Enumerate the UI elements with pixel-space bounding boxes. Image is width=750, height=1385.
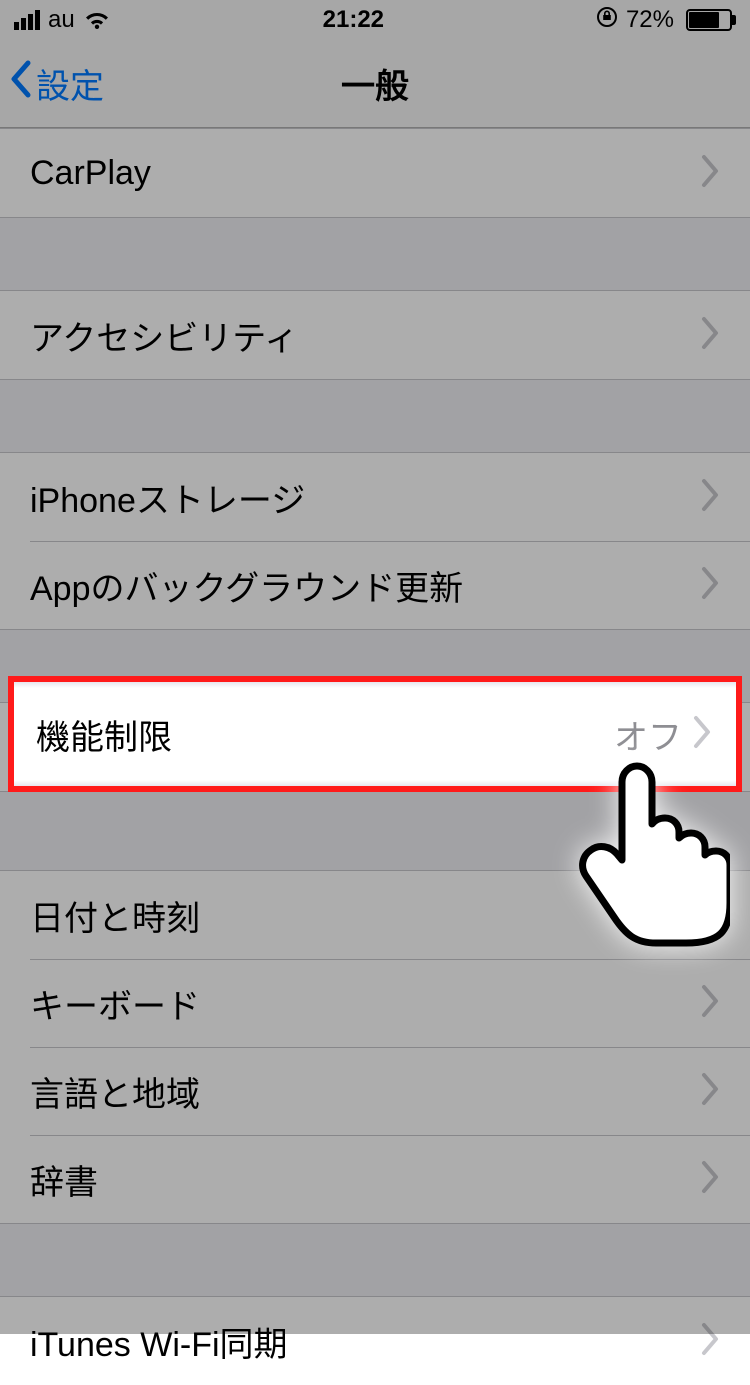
chevron-right-icon	[700, 316, 720, 355]
chevron-right-icon	[700, 984, 720, 1023]
wifi-icon	[83, 9, 111, 31]
row-label: 機能制限	[36, 710, 614, 759]
row-iphone-storage[interactable]: iPhoneストレージ	[0, 453, 750, 541]
row-dictionary[interactable]: 辞書	[0, 1135, 750, 1223]
group-accessibility: アクセシビリティ	[0, 290, 750, 380]
row-label: キーボード	[30, 979, 700, 1028]
row-background-refresh[interactable]: Appのバックグラウンド更新	[0, 541, 750, 629]
group-itunes: iTunes Wi-Fi同期	[0, 1296, 750, 1385]
nav-bar: 設定 一般	[0, 40, 750, 128]
chevron-right-icon	[700, 566, 720, 605]
carrier-label: au	[48, 6, 75, 34]
row-itunes-wifi-sync[interactable]: iTunes Wi-Fi同期	[0, 1297, 750, 1385]
status-bar: au 21:22 72%	[0, 0, 750, 40]
group-carplay: CarPlay	[0, 128, 750, 218]
row-value: オフ	[614, 710, 682, 759]
row-carplay[interactable]: CarPlay	[0, 129, 750, 217]
chevron-right-icon	[700, 154, 720, 193]
back-button[interactable]: 設定	[8, 40, 104, 127]
group-storage: iPhoneストレージ Appのバックグラウンド更新	[0, 452, 750, 630]
row-label: iTunes Wi-Fi同期	[30, 1317, 700, 1366]
row-language-region[interactable]: 言語と地域	[0, 1047, 750, 1135]
hand-pointer-icon	[570, 762, 730, 957]
status-left: au	[14, 6, 111, 34]
battery-percent: 72%	[626, 6, 674, 34]
chevron-right-icon	[700, 478, 720, 517]
chevron-right-icon	[692, 715, 712, 754]
row-label: 辞書	[30, 1155, 700, 1204]
chevron-left-icon	[8, 59, 34, 108]
row-accessibility[interactable]: アクセシビリティ	[0, 291, 750, 379]
chevron-right-icon	[700, 1160, 720, 1199]
row-label: アクセシビリティ	[30, 311, 700, 360]
orientation-lock-icon	[596, 6, 618, 35]
battery-icon	[682, 9, 736, 31]
chevron-right-icon	[700, 1072, 720, 1111]
chevron-right-icon	[700, 1322, 720, 1361]
row-label: CarPlay	[30, 154, 700, 193]
status-time: 21:22	[323, 6, 384, 34]
back-label: 設定	[36, 59, 104, 108]
row-label: 言語と地域	[30, 1067, 700, 1116]
row-label: iPhoneストレージ	[30, 473, 700, 522]
status-right: 72%	[596, 6, 736, 35]
nav-title: 一般	[341, 59, 409, 108]
row-keyboard[interactable]: キーボード	[0, 959, 750, 1047]
row-label: Appのバックグラウンド更新	[30, 561, 700, 610]
signal-icon	[14, 10, 40, 30]
